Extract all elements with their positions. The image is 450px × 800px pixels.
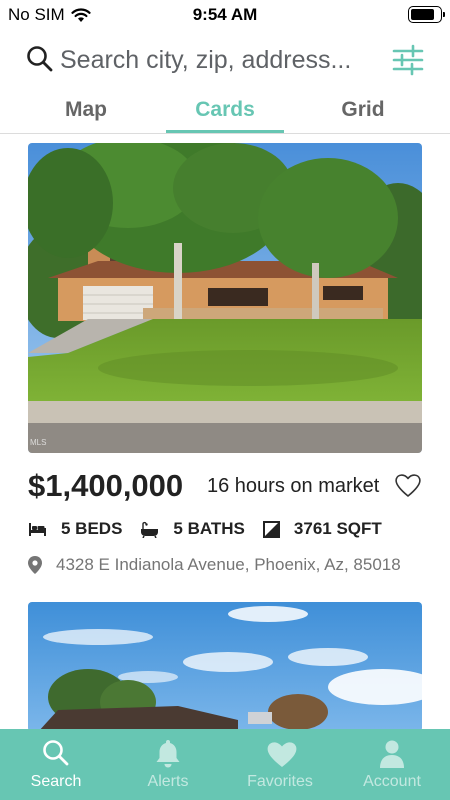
- listing-features: 5 BEDS 5 BATHS 3761 SQFT: [28, 516, 422, 542]
- house-photo: [28, 602, 422, 732]
- search-input[interactable]: [60, 42, 380, 78]
- listing-photo[interactable]: MLS: [28, 143, 422, 453]
- location-pin-icon: [28, 556, 42, 574]
- search-icon: [43, 740, 69, 766]
- search-icon[interactable]: [26, 45, 54, 73]
- nav-search-label: Search: [30, 773, 82, 790]
- status-bar: No SIM 9:54 AM: [0, 0, 450, 30]
- favorite-heart-icon[interactable]: [394, 471, 422, 499]
- bell-icon: [156, 740, 180, 768]
- baths-feature: 5 BATHS: [140, 519, 245, 539]
- search-bar: [0, 38, 450, 82]
- bottom-nav: Search Alerts Favorites Account: [0, 729, 450, 800]
- area-icon: [262, 520, 280, 538]
- listing-address: 4328 E Indianola Avenue, Phoenix, Az, 85…: [28, 552, 422, 578]
- address-text: 4328 E Indianola Avenue, Phoenix, Az, 85…: [56, 555, 401, 574]
- baths-label: 5 BATHS: [173, 519, 245, 538]
- view-tabs: Map Cards Grid: [0, 90, 450, 134]
- bathtub-icon: [141, 521, 159, 538]
- tab-grid[interactable]: Grid: [304, 90, 422, 133]
- listing-photo[interactable]: [28, 602, 422, 732]
- nav-alerts[interactable]: Alerts: [112, 729, 224, 800]
- filter-icon[interactable]: [390, 42, 426, 78]
- person-icon: [380, 740, 404, 768]
- clock: 9:54 AM: [192, 5, 258, 24]
- listing-price: $1,400,000: [28, 468, 184, 503]
- house-photo: [28, 143, 422, 453]
- heart-icon: [267, 742, 297, 767]
- nav-search[interactable]: Search: [0, 729, 112, 800]
- nav-account-label: Account: [363, 773, 421, 790]
- tab-cards[interactable]: Cards: [166, 90, 284, 133]
- market-time: 16 hours on market: [207, 475, 380, 497]
- battery-fill: [411, 9, 434, 20]
- nav-alerts-label: Alerts: [147, 773, 189, 790]
- sqft-feature: 3761 SQFT: [262, 519, 382, 539]
- nav-favorites-label: Favorites: [247, 773, 313, 790]
- battery-icon: [408, 6, 445, 23]
- bed-icon: [29, 523, 46, 536]
- beds-label: 5 BEDS: [61, 519, 123, 538]
- photo-watermark: MLS: [30, 438, 47, 447]
- nav-account[interactable]: Account: [336, 729, 448, 800]
- sqft-label: 3761 SQFT: [293, 519, 382, 538]
- nav-favorites[interactable]: Favorites: [224, 729, 336, 800]
- beds-feature: 5 BEDS: [28, 519, 122, 539]
- listing-header: $1,400,000 16 hours on market: [28, 468, 422, 506]
- tab-map[interactable]: Map: [27, 90, 145, 133]
